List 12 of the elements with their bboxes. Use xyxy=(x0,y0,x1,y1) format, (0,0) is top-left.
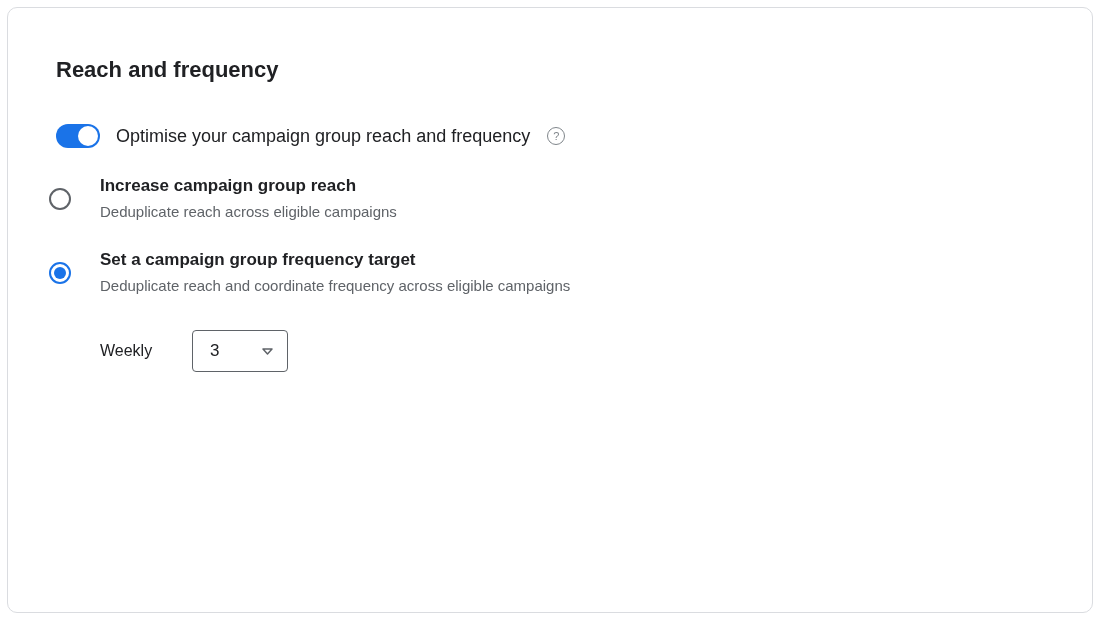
frequency-label: Weekly xyxy=(100,341,154,361)
frequency-dropdown[interactable]: 3 xyxy=(192,330,288,372)
caret-icon xyxy=(262,347,273,355)
option-description: Deduplicate reach and coordinate frequency across eligible campaigns xyxy=(100,276,571,296)
radio-button[interactable] xyxy=(49,262,71,284)
option-title: Increase campaign group reach xyxy=(100,175,357,197)
section-title: Reach and frequency xyxy=(56,56,279,84)
option-description: Deduplicate reach across eligible campaigns xyxy=(100,202,397,222)
toggle-label: Optimise your campaign group reach and frequency xyxy=(116,125,531,148)
option-title: Set a campaign group frequency target xyxy=(100,249,416,271)
radio-button[interactable] xyxy=(49,188,71,210)
toggle-switch[interactable] xyxy=(56,124,100,148)
